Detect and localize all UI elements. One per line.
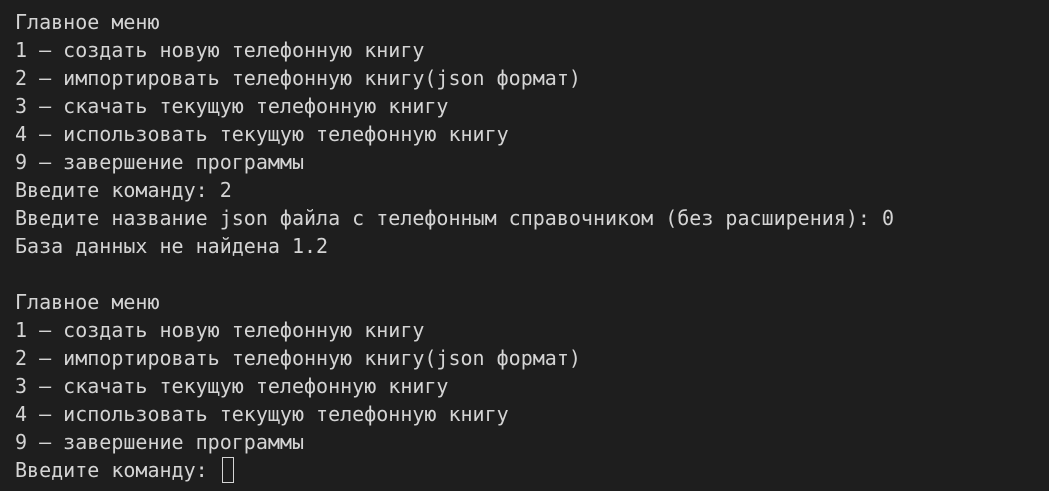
command-input-cursor[interactable] (221, 457, 234, 483)
command-prompt-label: Введите команду: (15, 458, 220, 482)
menu-item-exit: 9 – завершение программы (15, 430, 304, 454)
menu-item-download: 3 – скачать текущую телефонную книгу (15, 374, 449, 398)
error-message: База данных не найдена 1.2 (15, 234, 329, 258)
menu-item-import: 2 – импортировать телефонную книгу(json … (15, 346, 581, 370)
filename-prompt: Введите название json файла с телефонным… (15, 206, 894, 230)
menu-item-use: 4 – использовать текущую телефонную книг… (15, 402, 509, 426)
command-prompt-answered: Введите команду: 2 (15, 178, 232, 202)
menu-item-use: 4 – использовать текущую телефонную книг… (15, 122, 509, 146)
command-prompt-active: Введите команду: (15, 456, 1049, 484)
menu-item-create: 1 – создать новую телефонную книгу (15, 38, 425, 62)
menu-title: Главное меню (15, 290, 160, 314)
terminal-output: Главное меню 1 – создать новую телефонну… (0, 0, 1049, 491)
menu-item-download: 3 – скачать текущую телефонную книгу (15, 94, 449, 118)
menu-item-import: 2 – импортировать телефонную книгу(json … (15, 66, 581, 90)
menu-item-create: 1 – создать новую телефонную книгу (15, 318, 425, 342)
menu-item-exit: 9 – завершение программы (15, 150, 304, 174)
menu-title: Главное меню (15, 10, 160, 34)
